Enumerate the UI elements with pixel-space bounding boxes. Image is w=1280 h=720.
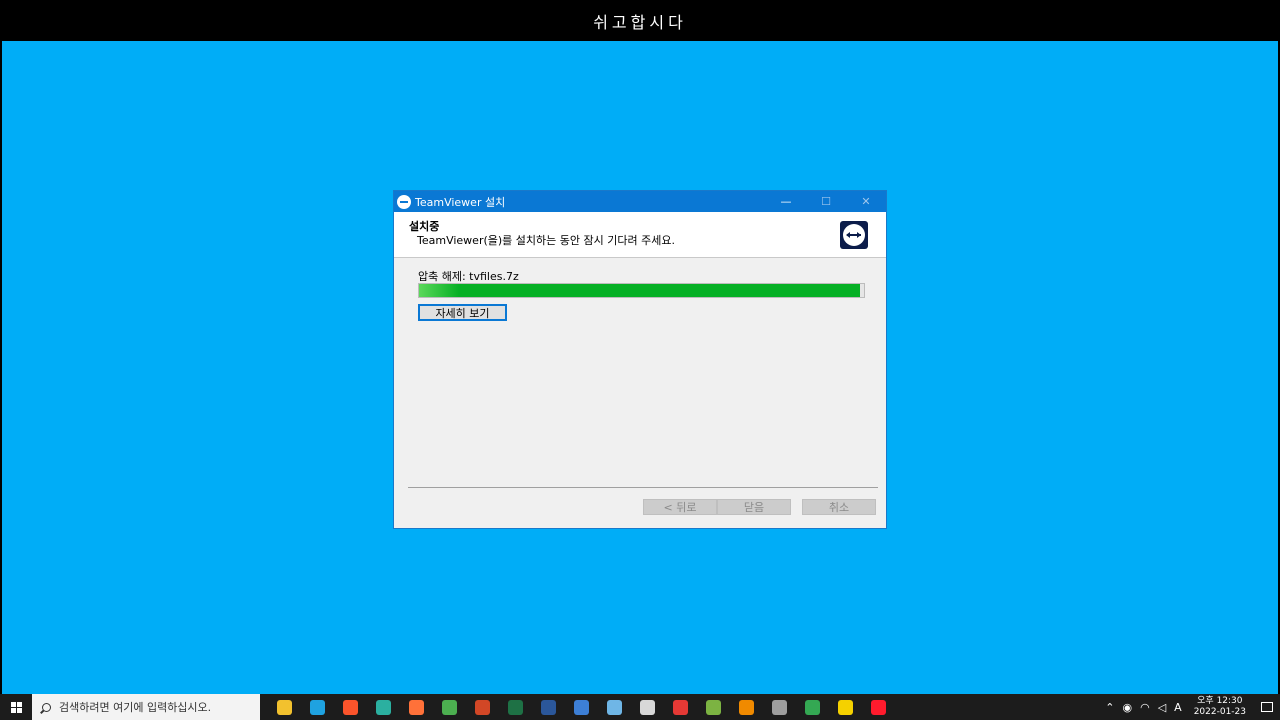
back-button[interactable]: < 뒤로 [643, 499, 717, 515]
taskbar-app[interactable] [367, 694, 400, 720]
close-button[interactable]: 닫음 [717, 499, 791, 515]
notification-icon [1261, 702, 1273, 712]
file-explorer-icon [277, 699, 292, 715]
opera-icon [871, 699, 886, 715]
taskbar-app[interactable] [433, 694, 466, 720]
taskbar-app[interactable] [466, 694, 499, 720]
taskbar-app[interactable] [664, 694, 697, 720]
teamviewer-icon [397, 194, 411, 209]
taskbar-app[interactable] [268, 694, 301, 720]
app-icon [706, 699, 721, 715]
search-icon [42, 702, 51, 712]
notification-button[interactable] [1254, 694, 1280, 720]
taskbar-app[interactable] [400, 694, 433, 720]
installer-body: 압축 해제: tvfiles.7z 자세히 보기 < 뒤로 닫음 취소 [394, 258, 886, 528]
taskbar-app[interactable] [499, 694, 532, 720]
system-tray: ⌃ ◉ ◠ ◁ A 오후 12:30 2022-01-23 [1101, 694, 1280, 720]
taskbar-app[interactable] [829, 694, 862, 720]
brave-icon [343, 699, 358, 715]
vlc-icon [739, 699, 754, 715]
taskbar-search[interactable]: 검색하려면 여기에 입력하십시오. [32, 694, 260, 720]
taskbar-app[interactable] [598, 694, 631, 720]
clock-time: 오후 12:30 [1197, 696, 1243, 706]
word-icon [541, 699, 556, 715]
status-text: 압축 해제: tvfiles.7z [418, 270, 519, 283]
taskbar-app[interactable] [631, 694, 664, 720]
taskbar-app[interactable] [565, 694, 598, 720]
app-icon [640, 699, 655, 715]
excel-icon [508, 699, 523, 715]
taskbar-app[interactable] [334, 694, 367, 720]
taskbar-app[interactable] [301, 694, 334, 720]
firefox-icon [409, 699, 424, 715]
taskbar-app[interactable] [796, 694, 829, 720]
window-title: TeamViewer 설치 [415, 195, 506, 209]
taskbar: 검색하려면 여기에 입력하십시오. ⌃ ◉ ◠ ◁ A 오후 12:30 202… [0, 694, 1280, 720]
taskbar-app[interactable] [532, 694, 565, 720]
installer-window: TeamViewer 설치 — ☐ ✕ 설치중 TeamViewer(을)를 설… [393, 190, 887, 529]
top-banner: 쉬고합시다 [0, 0, 1280, 41]
progress-fill [419, 284, 860, 297]
chevron-up-icon[interactable]: ⌃ [1105, 701, 1114, 714]
taskbar-apps [268, 694, 895, 720]
taskbar-app[interactable] [862, 694, 895, 720]
title-bar[interactable]: TeamViewer 설치 — ☐ ✕ [394, 191, 886, 212]
windows-icon [10, 701, 22, 713]
taskbar-app[interactable] [697, 694, 730, 720]
app-icon [574, 699, 589, 715]
chrome-icon [805, 699, 820, 715]
app-icon [673, 699, 688, 715]
installer-header: 설치중 TeamViewer(을)를 설치하는 동안 잠시 기다려 주세요. [394, 212, 886, 258]
cancel-button[interactable]: 취소 [802, 499, 876, 515]
minimize-button[interactable]: — [766, 191, 806, 212]
app-icon [607, 699, 622, 715]
app-icon [838, 699, 853, 715]
powerpoint-icon [475, 699, 490, 715]
banner-text: 쉬고합시다 [593, 12, 687, 32]
maximize-button[interactable]: ☐ [806, 191, 846, 212]
clock-date: 2022-01-23 [1193, 707, 1246, 717]
chrome-icon [442, 699, 457, 715]
wifi-icon[interactable]: ◠ [1140, 701, 1150, 714]
progress-bar [418, 283, 865, 298]
show-details-button[interactable]: 자세히 보기 [418, 304, 507, 321]
clock[interactable]: 오후 12:30 2022-01-23 [1194, 696, 1246, 718]
volume-icon[interactable]: ◁ [1158, 701, 1166, 714]
search-placeholder: 검색하려면 여기에 입력하십시오. [59, 701, 212, 714]
taskbar-app[interactable] [763, 694, 796, 720]
teamviewer-logo-icon [840, 221, 868, 249]
app-icon [376, 699, 391, 715]
calculator-icon [772, 699, 787, 715]
meet-icon[interactable]: ◉ [1122, 701, 1132, 714]
close-window-button[interactable]: ✕ [846, 191, 886, 212]
header-subtitle: TeamViewer(을)를 설치하는 동안 잠시 기다려 주세요. [417, 234, 675, 247]
taskbar-app[interactable] [730, 694, 763, 720]
start-button[interactable] [0, 694, 32, 720]
divider [408, 487, 878, 488]
edge-icon [310, 699, 325, 715]
ime-indicator[interactable]: A [1174, 701, 1182, 714]
